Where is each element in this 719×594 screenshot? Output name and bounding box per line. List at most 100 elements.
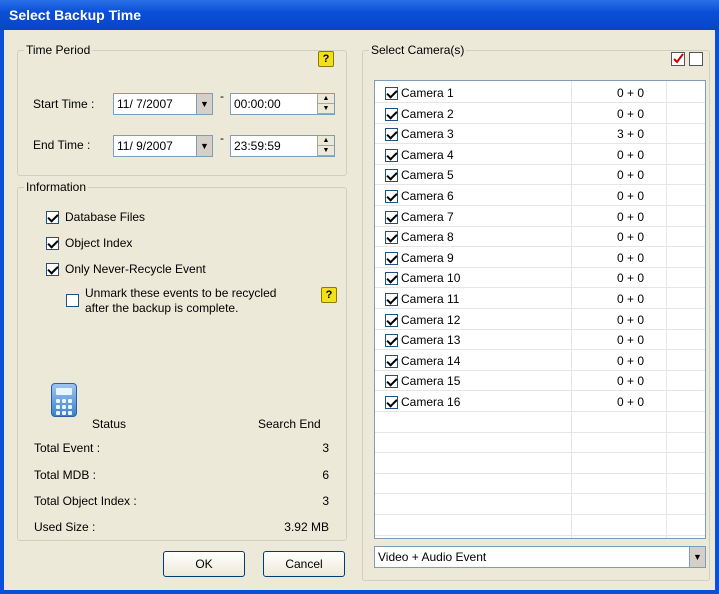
checkbox-box[interactable] <box>385 231 398 245</box>
chevron-down-icon[interactable]: ▼ <box>196 136 212 156</box>
table-row[interactable]: Camera 14 0 + 0 <box>375 351 705 371</box>
chevron-down-icon[interactable]: ▼ <box>689 547 705 567</box>
table-row[interactable]: Camera 4 0 + 0 <box>375 145 705 165</box>
camera-checkbox[interactable]: Camera 12 <box>385 313 460 327</box>
stat-value: 3 <box>322 494 329 508</box>
table-row[interactable]: Camera 2 0 + 0 <box>375 104 705 124</box>
table-row[interactable]: Camera 5 0 + 0 <box>375 165 705 186</box>
camera-checkbox[interactable]: Camera 14 <box>385 354 460 368</box>
checkbox-box[interactable] <box>385 169 398 183</box>
time-period-help-icon[interactable]: ? <box>318 51 334 67</box>
checkbox-box[interactable] <box>385 354 398 368</box>
spin-up-icon[interactable]: ▲ <box>318 94 334 104</box>
information-group: Information <box>17 180 347 541</box>
camera-name: Camera 16 <box>401 395 461 409</box>
camera-checkbox[interactable]: Camera 11 <box>385 292 459 306</box>
camera-checkbox[interactable]: Camera 13 <box>385 333 460 348</box>
never-recycle-checkbox[interactable]: Only Never-Recycle Event <box>46 262 206 276</box>
database-files-checkbox[interactable]: Database Files <box>46 210 145 224</box>
start-time-spinner[interactable]: 00:00:00 ▲ ▼ <box>230 93 335 115</box>
stat-row: Used Size : 3.92 MB <box>34 520 329 534</box>
camera-checkbox[interactable]: Camera 8 <box>385 230 454 245</box>
table-row[interactable]: Camera 6 0 + 0 <box>375 186 705 206</box>
camera-name: Camera 7 <box>401 209 454 224</box>
start-date-picker[interactable]: 11/ 7/2007 ▼ <box>113 93 213 115</box>
checkbox-box[interactable] <box>66 294 79 307</box>
start-time-label: Start Time : <box>33 97 95 111</box>
end-date-picker[interactable]: 11/ 9/2007 ▼ <box>113 135 213 157</box>
deselect-all-icon[interactable] <box>689 52 703 66</box>
end-date-value: 11/ 9/2007 <box>117 139 173 153</box>
empty-row <box>375 495 705 515</box>
end-separator: - <box>220 131 224 145</box>
end-time-spinner[interactable]: 23:59:59 ▲ ▼ <box>230 135 335 157</box>
camera-checkbox[interactable]: Camera 10 <box>385 271 461 286</box>
camera-checkbox[interactable]: Camera 6 <box>385 189 454 203</box>
checkbox-box[interactable] <box>385 87 398 100</box>
event-filter-select[interactable]: Video + Audio Event ▼ <box>374 546 706 568</box>
camera-event-count: 0 + 0 <box>617 189 645 203</box>
camera-checkbox[interactable]: Camera 4 <box>385 148 454 162</box>
camera-event-count: 0 + 0 <box>617 86 645 100</box>
checkbox-box[interactable] <box>385 272 398 286</box>
checkbox-box[interactable] <box>385 293 398 306</box>
title-bar: Select Backup Time <box>0 0 719 30</box>
table-row[interactable]: Camera 1 0 + 0 <box>375 83 705 103</box>
table-row[interactable]: Camera 8 0 + 0 <box>375 227 705 248</box>
camera-name: Camera 5 <box>401 168 454 183</box>
table-row[interactable]: Camera 12 0 + 0 <box>375 310 705 330</box>
information-legend: Information <box>26 180 87 194</box>
spin-down-icon[interactable]: ▼ <box>318 146 334 156</box>
stat-value: 6 <box>322 468 329 482</box>
unmark-recycle-checkbox[interactable]: Unmark these events to be recycled after… <box>66 286 276 316</box>
spin-up-icon[interactable]: ▲ <box>318 136 334 146</box>
checkbox-box[interactable] <box>385 251 398 265</box>
object-index-checkbox[interactable]: Object Index <box>46 236 132 250</box>
chevron-down-icon[interactable]: ▼ <box>196 94 212 114</box>
table-row[interactable]: Camera 11 0 + 0 <box>375 289 705 309</box>
camera-event-count: 0 + 0 <box>617 353 645 368</box>
camera-name: Camera 10 <box>401 271 461 286</box>
camera-checkbox[interactable]: Camera 1 <box>385 86 454 100</box>
camera-checkbox[interactable]: Camera 3 <box>385 127 454 142</box>
camera-checkbox[interactable]: Camera 16 <box>385 395 460 409</box>
table-row[interactable]: Camera 7 0 + 0 <box>375 207 705 227</box>
camera-list[interactable]: Camera 10 + 0 Camera 20 + 0 Camera 33 + 0C… <box>374 80 706 539</box>
checkbox-box[interactable] <box>385 107 398 121</box>
table-row[interactable]: Camera 9 0 + 0 <box>375 248 705 268</box>
camera-checkbox[interactable]: Camera 9 <box>385 251 454 265</box>
camera-event-count: 0 + 0 <box>617 106 645 121</box>
ok-button[interactable]: OK <box>163 551 245 577</box>
table-row[interactable]: Camera 16 0 + 0 <box>375 392 705 412</box>
checkbox-box[interactable] <box>385 128 398 142</box>
table-row[interactable]: Camera 15 0 + 0 <box>375 371 705 392</box>
status-value: Search End <box>258 417 321 431</box>
checkbox-box[interactable] <box>385 148 398 162</box>
checkbox-box[interactable] <box>46 237 59 250</box>
camera-name: Camera 8 <box>401 230 454 245</box>
camera-checkbox[interactable]: Camera 5 <box>385 168 454 183</box>
checkbox-box[interactable] <box>385 334 398 348</box>
table-row[interactable]: Camera 3 3 + 0 <box>375 124 705 145</box>
camera-checkbox[interactable]: Camera 2 <box>385 107 454 121</box>
checkbox-box[interactable] <box>385 396 398 409</box>
camera-checkbox[interactable]: Camera 15 <box>385 374 460 389</box>
camera-event-count: 0 + 0 <box>617 312 645 327</box>
checkbox-box[interactable] <box>385 190 398 203</box>
checkbox-box[interactable] <box>46 211 59 224</box>
cancel-button[interactable]: Cancel <box>263 551 345 577</box>
table-row[interactable]: Camera 10 0 + 0 <box>375 268 705 289</box>
dialog-body: Time Period ? Start Time : 11/ 7/2007 ▼ … <box>4 30 715 590</box>
checkbox-box[interactable] <box>46 263 59 276</box>
table-row[interactable]: Camera 13 0 + 0 <box>375 330 705 351</box>
checkbox-box[interactable] <box>385 313 398 327</box>
camera-checkbox[interactable]: Camera 7 <box>385 210 454 224</box>
stat-label: Total Event : <box>34 441 101 455</box>
checkbox-box[interactable] <box>385 375 398 389</box>
select-all-icon[interactable] <box>671 52 685 66</box>
event-filter-value: Video + Audio Event <box>378 550 487 564</box>
unmark-help-icon[interactable]: ? <box>321 287 337 303</box>
stat-value: 3 <box>322 441 329 455</box>
checkbox-box[interactable] <box>385 210 398 224</box>
spin-down-icon[interactable]: ▼ <box>318 104 334 114</box>
